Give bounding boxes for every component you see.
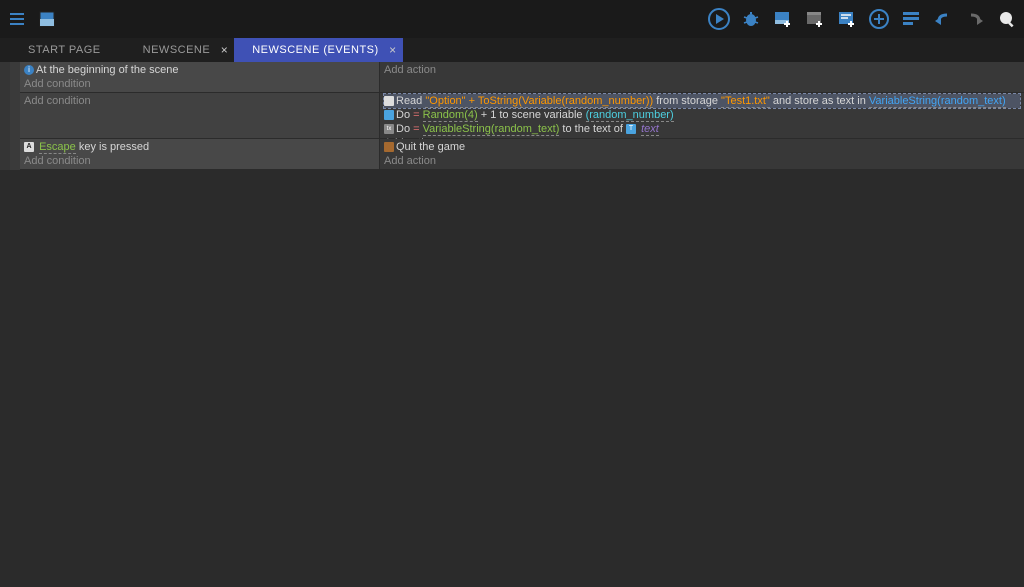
object-token: text <box>641 123 659 136</box>
action-mid: to scene variable <box>496 109 585 121</box>
gutter-inner[interactable] <box>10 62 20 93</box>
add-action-link[interactable]: Add action <box>384 63 1020 77</box>
action-store: and store as text in <box>770 95 869 107</box>
variable-token: (random_number) <box>586 109 674 122</box>
close-icon[interactable]: × <box>221 43 229 57</box>
events-editor: iAt the beginning of the scene Add condi… <box>0 62 1024 170</box>
expression-token: VariableString(random_text) <box>423 123 560 136</box>
text-object-icon: T <box>626 124 636 134</box>
add-action-link[interactable]: Add action <box>384 154 1020 168</box>
add-condition-link[interactable]: Add condition <box>24 77 375 91</box>
actions-column[interactable]: Add action <box>380 62 1024 93</box>
key-token: Escape <box>39 141 76 154</box>
equals-token: = <box>413 123 419 135</box>
text-icon: tx <box>384 124 394 134</box>
tab-newscene-events[interactable]: NEWSCENE (EVENTS) × <box>234 38 402 62</box>
play-icon[interactable] <box>708 8 730 30</box>
gutter-inner[interactable] <box>10 139 20 170</box>
action-prefix: Do <box>396 123 413 135</box>
action-prefix: Do <box>396 109 413 121</box>
expression-token: Random(4) <box>423 109 478 122</box>
action-quit-game[interactable]: Quit the game <box>384 140 1020 154</box>
plus-token: + 1 <box>478 109 497 121</box>
add-comment-icon[interactable] <box>836 8 858 30</box>
action-mid: from storage <box>653 95 721 107</box>
add-condition-link[interactable]: Add condition <box>24 154 375 168</box>
event-row: iAt the beginning of the scene Add condi… <box>0 62 1024 93</box>
undo-icon[interactable] <box>932 8 954 30</box>
quit-icon <box>384 142 394 152</box>
keyboard-icon: A <box>24 142 34 152</box>
tab-bar: START PAGE NEWSCENE × NEWSCENE (EVENTS) … <box>0 38 1024 62</box>
condition-text: At the beginning of the scene <box>36 64 179 76</box>
add-sub-event-icon[interactable] <box>868 8 890 30</box>
info-icon: i <box>24 65 34 75</box>
add-scene-icon[interactable] <box>772 8 794 30</box>
add-condition-link[interactable]: Add condition <box>24 94 375 108</box>
condition-begin-scene[interactable]: iAt the beginning of the scene <box>24 63 375 77</box>
action-set-scene-variable[interactable]: Do = Random(4) + 1 to scene variable (ra… <box>384 108 1020 122</box>
actions-column[interactable]: Quit the game Add action <box>380 139 1024 170</box>
conditions-column[interactable]: iAt the beginning of the scene Add condi… <box>20 62 380 93</box>
gutter[interactable] <box>0 93 10 139</box>
storage-token: "Test1.txt" <box>721 95 770 108</box>
tab-label: NEWSCENE (EVENTS) <box>252 44 378 56</box>
variable-token: VariableString(random_text) <box>869 95 1006 108</box>
gutter[interactable] <box>0 139 10 170</box>
conditions-column[interactable]: Add condition <box>20 93 380 139</box>
equals-token: = <box>413 109 419 121</box>
scene-editor-icon[interactable] <box>36 8 58 30</box>
event-row: A Escape key is pressed Add condition Qu… <box>0 139 1024 170</box>
tab-label: START PAGE <box>28 44 101 56</box>
action-mid: to the text of <box>559 123 626 135</box>
redo-icon[interactable] <box>964 8 986 30</box>
gutter-inner[interactable] <box>10 93 20 139</box>
action-read-storage[interactable]: Read "Option" + ToString(Variable(random… <box>384 94 1020 108</box>
action-prefix: Read <box>396 95 425 107</box>
actions-column[interactable]: Read "Option" + ToString(Variable(random… <box>380 93 1024 139</box>
file-icon <box>384 96 394 106</box>
condition-key-pressed[interactable]: A Escape key is pressed <box>24 140 375 154</box>
tab-newscene[interactable]: NEWSCENE × <box>125 38 235 62</box>
tab-label: NEWSCENE <box>143 44 211 56</box>
toggle-view-icon[interactable] <box>900 8 922 30</box>
project-manager-icon[interactable] <box>6 8 28 30</box>
condition-rest: key is pressed <box>76 141 149 153</box>
close-icon[interactable]: × <box>389 43 397 57</box>
add-event-icon[interactable] <box>804 8 826 30</box>
debug-icon[interactable] <box>740 8 762 30</box>
event-row: Add condition Read "Option" + ToString(V… <box>0 93 1024 139</box>
variable-icon <box>384 110 394 120</box>
tab-start-page[interactable]: START PAGE <box>10 38 125 62</box>
action-set-text[interactable]: txDo = VariableString(random_text) to th… <box>384 122 1020 136</box>
conditions-column[interactable]: A Escape key is pressed Add condition <box>20 139 380 170</box>
search-icon[interactable] <box>996 8 1018 30</box>
action-text: Quit the game <box>396 141 465 153</box>
gutter[interactable] <box>0 62 10 93</box>
toolbar <box>0 0 1024 38</box>
expression-token: "Option" + ToString(Variable(random_numb… <box>425 95 653 108</box>
